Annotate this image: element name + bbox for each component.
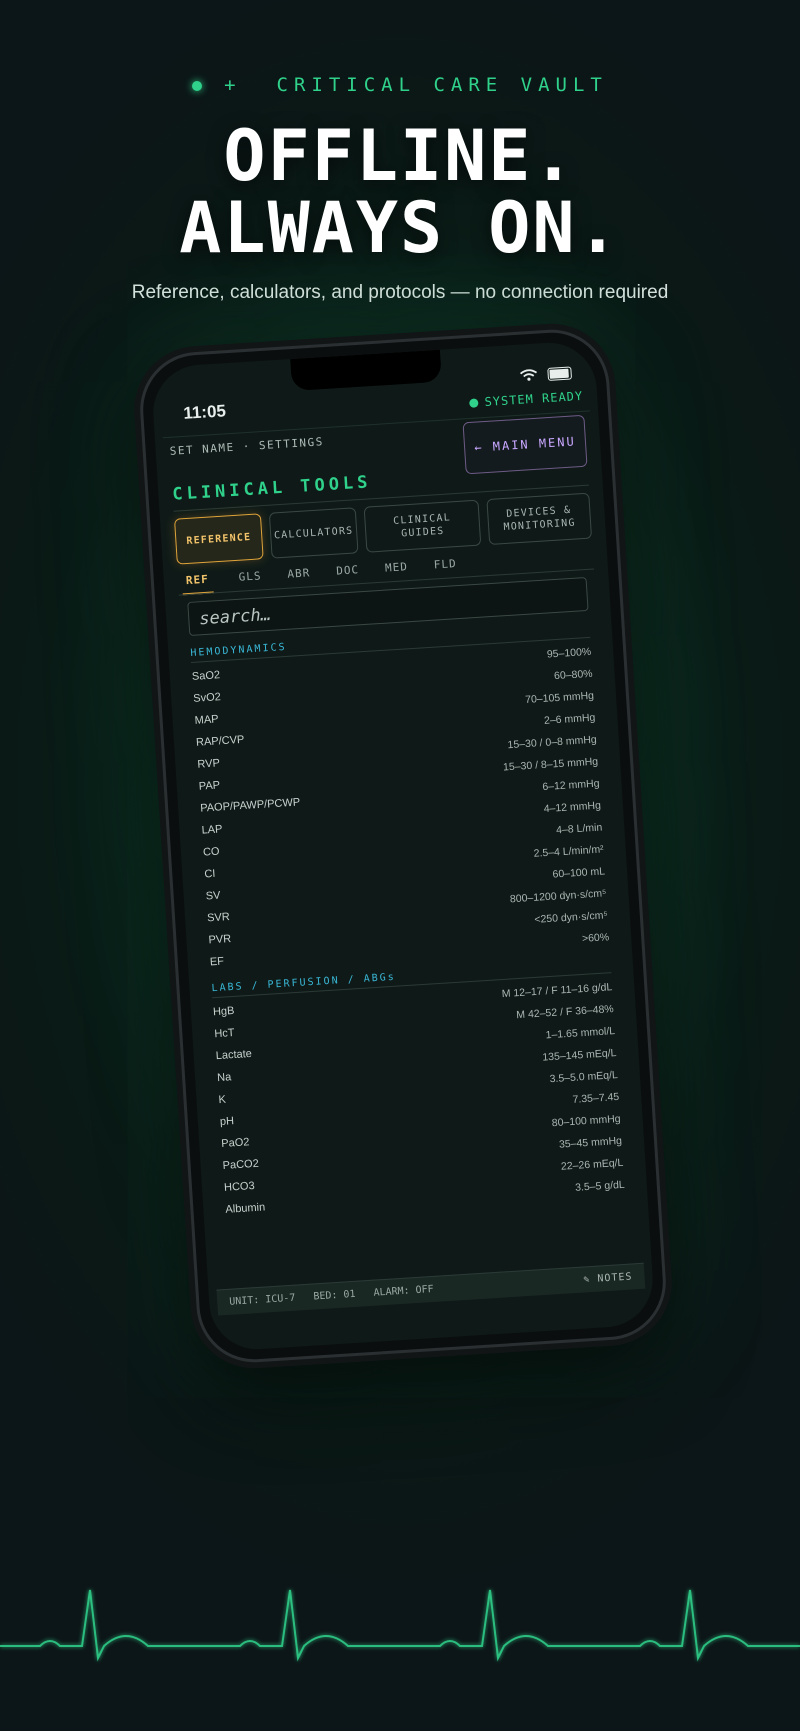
item-name: Lactate	[215, 1047, 253, 1063]
item-value: 22–26 mEq/L	[560, 1156, 624, 1173]
wifi-icon	[519, 365, 542, 382]
subtab-gls[interactable]: GLS	[238, 569, 262, 591]
headline-line-2: ALWAYS ON.	[179, 187, 621, 269]
eyebrow-prefix: +	[224, 74, 242, 96]
item-name: Albumin	[225, 1201, 266, 1216]
ecg-waveform	[0, 1589, 800, 1662]
tab-calculators[interactable]: CALCULATORS	[268, 507, 359, 559]
item-name: SV	[205, 889, 221, 903]
status-footer: UNIT: ICU-7 BED: 01 ALARM: OFF ✎ NOTES	[216, 1262, 646, 1316]
item-value: 35–45 mmHg	[558, 1134, 623, 1151]
headline-line-1: OFFLINE.	[223, 115, 577, 197]
item-value: 60–100 mL	[552, 865, 606, 881]
item-value: M 12–17 / F 11–16 g/dL	[501, 981, 613, 1001]
item-value: 15–30 / 0–8 mmHg	[507, 733, 598, 752]
item-name: K	[218, 1093, 227, 1107]
item-name: pH	[219, 1115, 235, 1129]
notes-button[interactable]: ✎ NOTES	[583, 1271, 633, 1285]
subline: Reference, calculators, and protocols — …	[131, 282, 669, 303]
item-value: M 42–52 / F 36–48%	[515, 1003, 615, 1022]
item-name: SaO2	[191, 669, 221, 683]
phone-screen: 11:05 SYSTEM READY SET NAME · SETTINGS ←…	[150, 340, 656, 1352]
item-name: MAP	[194, 713, 219, 727]
phone-mockup: 11:05 SYSTEM READY SET NAME · SETTINGS ←…	[136, 326, 670, 1366]
top-links[interactable]: SET NAME · SETTINGS	[169, 435, 324, 458]
subtab-med[interactable]: MED	[385, 560, 409, 582]
ecg-trace	[0, 1589, 800, 1662]
footer-alarm: ALARM: OFF	[373, 1283, 434, 1299]
item-name: PAOP/PAWP/PCWP	[199, 796, 301, 815]
item-name: EF	[209, 955, 225, 969]
hemodynamics-list: SaO2 95–100% SvO2 60–80% MAP 70–105 mmHg RA…	[191, 641, 610, 974]
item-value: 7.35–7.45	[572, 1090, 620, 1106]
item-value: 3.5–5 g/dL	[574, 1178, 626, 1194]
phone-notch	[290, 349, 442, 392]
item-name: Na	[216, 1071, 232, 1085]
item-value: 70–105 mmHg	[524, 689, 595, 707]
item-value: 15–30 / 8–15 mmHg	[502, 755, 599, 774]
item-name: PAP	[198, 779, 221, 793]
footer-bed: BED: 01	[313, 1288, 356, 1303]
item-value: 2–6 mmHg	[543, 711, 596, 727]
subtab-abr[interactable]: ABR	[287, 566, 311, 588]
item-name: RVP	[197, 757, 221, 771]
subtab-doc[interactable]: DOC	[336, 563, 360, 585]
footer-unit: UNIT: ICU-7	[228, 1292, 296, 1308]
item-name: HgB	[212, 1004, 235, 1019]
item-value: 135–145 mEq/L	[542, 1047, 617, 1064]
tab-reference[interactable]: REFERENCE	[173, 513, 264, 565]
item-value: 3.5–5.0 mEq/L	[549, 1068, 619, 1086]
main-menu-button[interactable]: ← MAIN MENU	[462, 414, 588, 475]
item-value: 60–80%	[553, 667, 593, 683]
item-value: 1–1.65 mmol/L	[545, 1025, 616, 1042]
item-value: >60%	[581, 931, 610, 945]
main-tabs: REFERENCE CALCULATORS CLINICAL GUIDES DE…	[173, 492, 593, 565]
headline: OFFLINE. ALWAYS ON.	[0, 120, 800, 264]
item-value: 80–100 mmHg	[551, 1112, 621, 1130]
item-value: 6–12 mmHg	[541, 777, 600, 794]
item-name: PVR	[208, 932, 232, 947]
item-name: HCO3	[223, 1179, 255, 1194]
item-name: LAP	[201, 823, 223, 837]
labs-list: HgB M 12–17 / F 11–16 g/dL HcT M 42–52 / F…	[212, 976, 625, 1221]
item-value: 4–12 mmHg	[543, 799, 602, 816]
item-name: CI	[204, 867, 216, 881]
eyebrow: + CRITICAL CARE VAULT	[0, 74, 800, 96]
item-value: <250 dyn·s/cm⁵	[534, 909, 609, 926]
footer-info: UNIT: ICU-7 BED: 01 ALARM: OFF	[229, 1284, 434, 1308]
system-status-text: SYSTEM READY	[484, 388, 584, 409]
item-value: 95–100%	[546, 645, 592, 661]
status-time: 11:05	[182, 401, 227, 423]
item-value: 800–1200 dyn·s/cm⁵	[509, 887, 607, 906]
tab-devices-monitoring[interactable]: DEVICES & MONITORING	[486, 492, 593, 545]
item-name: SVR	[206, 911, 231, 925]
status-icons	[519, 363, 573, 382]
item-name: PaO2	[220, 1136, 250, 1150]
item-name: CO	[202, 845, 220, 859]
item-name: SvO2	[192, 691, 222, 705]
system-ready-dot-icon	[469, 398, 479, 408]
system-status: SYSTEM READY	[469, 388, 584, 410]
tab-clinical-guides[interactable]: CLINICAL GUIDES	[363, 499, 482, 553]
status-dot-icon	[192, 80, 203, 91]
eyebrow-text: CRITICAL CARE VAULT	[276, 74, 608, 96]
battery-icon	[547, 366, 573, 381]
item-value: 2.5–4 L/min/m²	[533, 843, 604, 860]
item-name: PaCO2	[222, 1157, 260, 1172]
subtab-fld[interactable]: FLD	[433, 557, 457, 579]
item-name: HcT	[214, 1026, 235, 1041]
item-name: RAP/CVP	[195, 733, 245, 749]
item-value: 4–8 L/min	[555, 821, 603, 837]
